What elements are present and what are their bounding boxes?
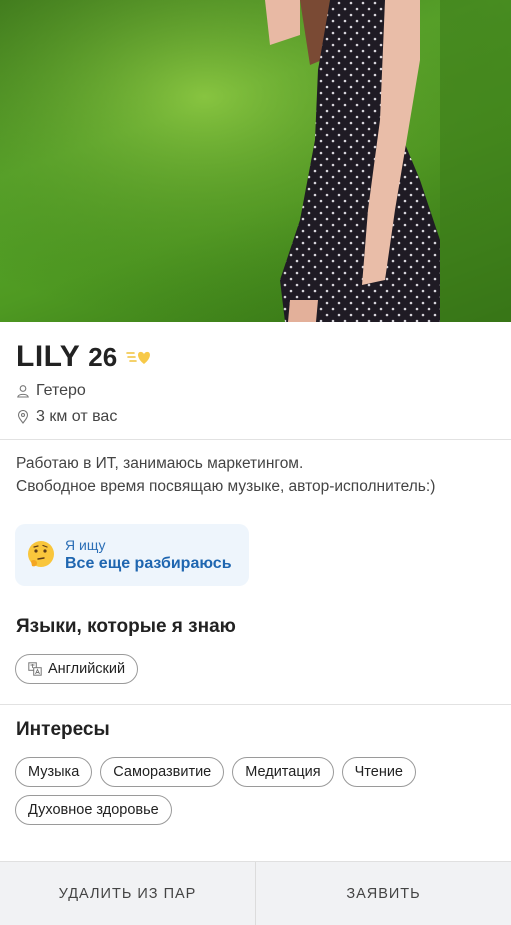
interest-chip-label: Медитация	[245, 764, 321, 780]
languages-title: Языки, которые я знаю	[16, 616, 236, 637]
translate-icon	[28, 662, 42, 676]
about-line: Свободное время посвящаю музыке, автор-и…	[16, 478, 436, 495]
language-chip: Английский	[15, 654, 139, 684]
interest-chip: Чтение	[341, 757, 416, 787]
profile-age: 26	[88, 342, 118, 372]
location-pin-icon	[17, 410, 29, 424]
flying-heart-icon	[125, 348, 153, 366]
remove-match-button[interactable]: УДАЛИТЬ ИЗ ПАР	[0, 862, 255, 925]
seeking-value: Все еще разбираюсь	[65, 555, 232, 572]
seeking-card: Я ищу Все еще разбираюсь	[15, 524, 249, 586]
person-icon	[17, 385, 29, 398]
interest-chip-label: Чтение	[354, 764, 403, 780]
about-text: Работаю в ИТ, занимаюсь маркетингом. Сво…	[16, 452, 496, 498]
divider	[0, 439, 511, 440]
interest-chip: Саморазвитие	[100, 757, 225, 787]
photo-illustration	[0, 0, 511, 322]
distance-row: 3 км от вас	[16, 408, 117, 426]
action-bar: УДАЛИТЬ ИЗ ПАР ЗАЯВИТЬ	[0, 861, 511, 925]
profile-name: LILY	[16, 340, 81, 373]
name-row: LILY 26	[16, 340, 153, 374]
interest-chip-label: Музыка	[28, 764, 80, 780]
seeking-labels: Я ищу Все еще разбираюсь	[65, 537, 232, 573]
interest-chip-label: Саморазвитие	[113, 764, 212, 780]
orientation-row: Гетеро	[16, 382, 86, 400]
seeking-label: Я ищу	[65, 537, 106, 553]
interest-chip: Медитация	[232, 757, 334, 787]
languages-chips: Английский	[15, 654, 495, 684]
distance-text: 3 км от вас	[36, 408, 118, 425]
interests-chips: Музыка Саморазвитие Медитация Чтение Дух…	[15, 757, 495, 825]
interests-title: Интересы	[16, 719, 110, 740]
orientation-text: Гетеро	[36, 382, 86, 399]
interest-chip-label: Духовное здоровье	[28, 802, 159, 818]
language-chip-label: Английский	[48, 661, 126, 677]
interest-chip: Духовное здоровье	[15, 795, 172, 825]
about-line: Работаю в ИТ, занимаюсь маркетингом.	[16, 455, 304, 472]
profile-photo[interactable]	[0, 0, 511, 322]
thinking-face-icon	[28, 541, 54, 567]
interest-chip: Музыка	[15, 757, 93, 787]
divider	[0, 704, 511, 705]
report-button[interactable]: ЗАЯВИТЬ	[256, 862, 511, 925]
